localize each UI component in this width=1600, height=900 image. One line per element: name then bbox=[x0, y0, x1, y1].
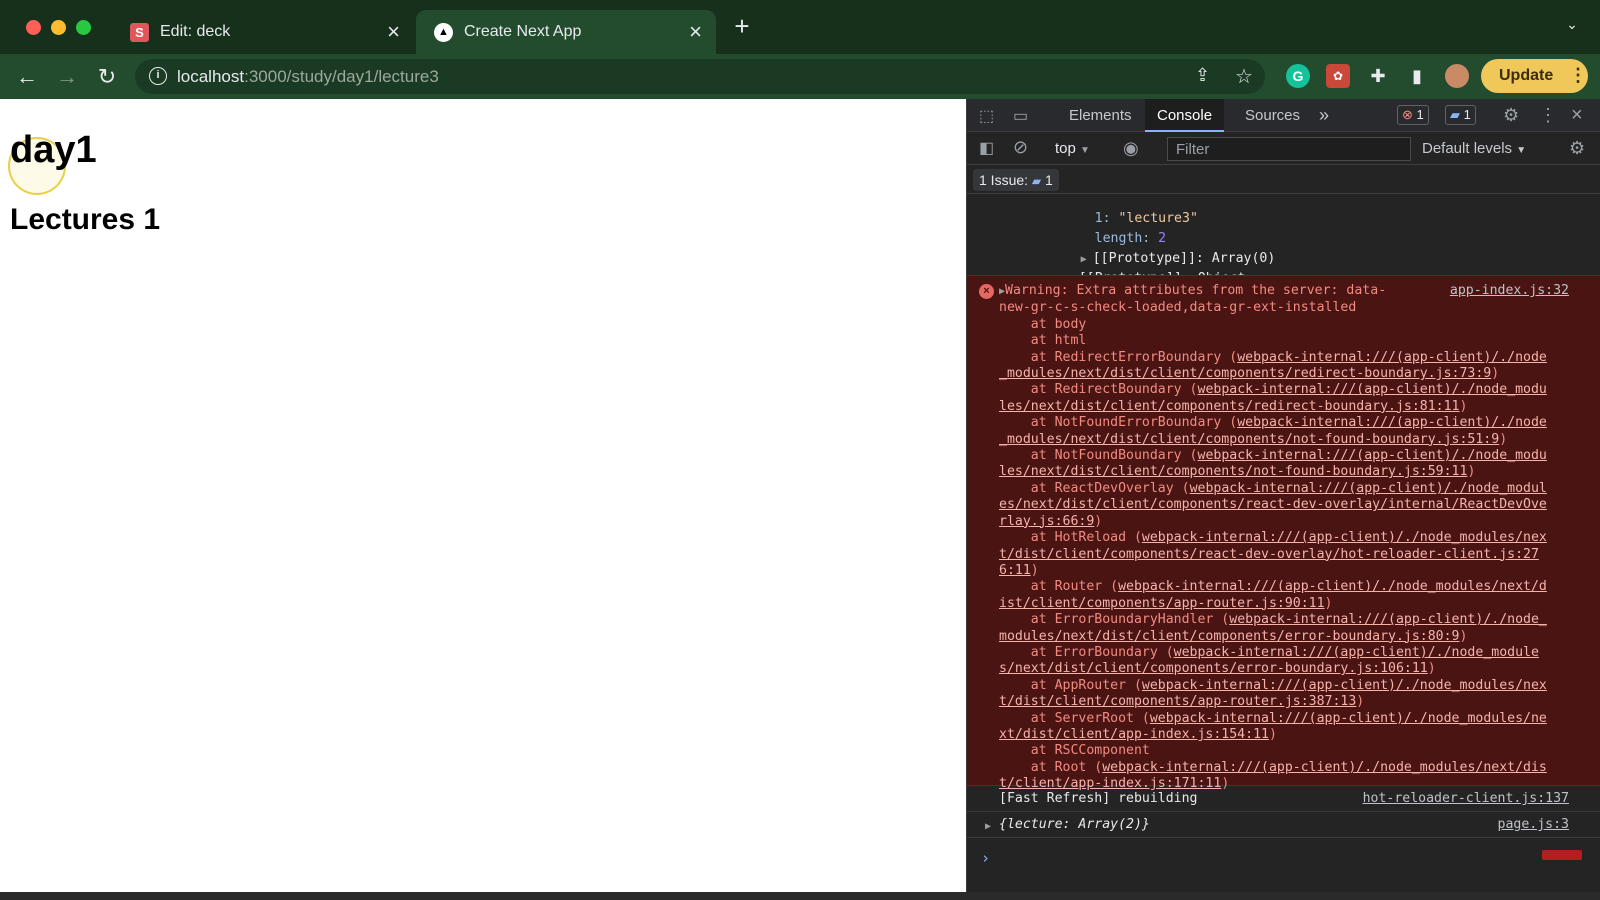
inspect-element-icon[interactable]: ⬚ bbox=[979, 106, 994, 126]
close-devtools-icon[interactable]: × bbox=[1571, 104, 1583, 127]
window-bottom-edge bbox=[0, 892, 1600, 900]
devtools-panel: ⬚ ▭ Elements Console Sources » ⊗ 1 ▰ 1 ⚙… bbox=[966, 99, 1600, 892]
tab-edit-deck[interactable]: S Edit: deck × bbox=[112, 10, 414, 54]
error-icon: × bbox=[979, 284, 994, 299]
url-text: localhost:3000/study/day1/lecture3 bbox=[177, 67, 439, 86]
error-icon: ⊗ bbox=[1402, 107, 1413, 122]
page-viewport: day1 Lectures 1 bbox=[0, 99, 966, 892]
console-log-row[interactable]: ▶ {lecture: Array(2)} page.js:3 bbox=[967, 813, 1600, 838]
stack-frame: at RedirectErrorBoundary (webpack-intern… bbox=[999, 349, 1547, 382]
extension-icon[interactable]: ✿ bbox=[1326, 64, 1350, 88]
sidepanel-icon[interactable]: ▮ bbox=[1405, 64, 1429, 88]
stack-frame: at ServerRoot (webpack-internal:///(app-… bbox=[999, 710, 1547, 742]
tab-favicon-icon: S bbox=[130, 23, 149, 42]
stack-frame: at NotFoundErrorBoundary (webpack-intern… bbox=[999, 415, 1547, 447]
source-link[interactable]: app-index.js:32 bbox=[1450, 283, 1569, 298]
forward-icon[interactable]: → bbox=[52, 62, 82, 92]
reload-icon[interactable]: ↻ bbox=[92, 62, 122, 92]
devtools-tabbar: ⬚ ▭ Elements Console Sources » ⊗ 1 ▰ 1 ⚙… bbox=[967, 99, 1600, 132]
back-icon[interactable]: ← bbox=[12, 62, 42, 92]
source-link[interactable]: page.js:3 bbox=[1498, 817, 1569, 833]
issues-bar: 1 Issue: ▰ 1 bbox=[967, 166, 1600, 194]
stack-frame: at RSCComponent bbox=[999, 743, 1150, 759]
message-icon: ▰ bbox=[1031, 174, 1042, 188]
console-log-row: [Fast Refresh] rebuilding hot-reloader-c… bbox=[967, 787, 1600, 812]
tab-title: Edit: deck bbox=[160, 23, 231, 40]
page-heading: day1 bbox=[10, 129, 97, 171]
stack-frame: at AppRouter (webpack-internal:///(app-c… bbox=[999, 677, 1547, 710]
address-bar[interactable]: i localhost:3000/study/day1/lecture3 ⇪ ☆ bbox=[135, 59, 1265, 94]
puzzle-icon[interactable]: ✚ bbox=[1366, 64, 1390, 88]
tab-search-chevron-icon[interactable]: ⌄ bbox=[1562, 16, 1582, 36]
more-tabs-button[interactable]: » bbox=[1319, 99, 1329, 132]
device-toggle-icon[interactable]: ▭ bbox=[1013, 106, 1028, 126]
update-label: Update bbox=[1499, 67, 1554, 84]
profile-icon[interactable] bbox=[1445, 64, 1469, 88]
message-icon: ▰ bbox=[1450, 107, 1460, 122]
stack-frame: at HotReload (webpack-internal:///(app-c… bbox=[999, 530, 1547, 578]
console-error-message: × ▶Warning: Extra attributes from the se… bbox=[967, 275, 1600, 791]
window-close-button[interactable] bbox=[26, 20, 41, 35]
nextjs-favicon-icon: ▲ bbox=[434, 23, 453, 42]
share-icon[interactable]: ⇪ bbox=[1195, 65, 1210, 86]
console-settings-gear-icon[interactable]: ⚙ bbox=[1569, 138, 1585, 159]
star-icon[interactable]: ☆ bbox=[1235, 64, 1253, 89]
stack-frame: at html bbox=[999, 333, 1087, 349]
source-link[interactable]: hot-reloader-client.js:137 bbox=[1363, 791, 1569, 807]
stack-frame: at body bbox=[999, 316, 1087, 332]
log-levels-select[interactable]: Default levels ▼ bbox=[1422, 140, 1526, 157]
window-minimize-button[interactable] bbox=[51, 20, 66, 35]
stack-frame: at Router (webpack-internal:///(app-clie… bbox=[999, 579, 1547, 611]
window-zoom-button[interactable] bbox=[76, 20, 91, 35]
settings-gear-icon[interactable]: ⚙ bbox=[1503, 105, 1519, 126]
close-icon[interactable]: × bbox=[689, 18, 702, 46]
console-output: 1: "lecture3" length: 2 ▶ [[Prototype]]:… bbox=[967, 195, 1600, 892]
devtools-menu-icon[interactable]: ⋮ bbox=[1539, 105, 1557, 126]
info-icon[interactable]: i bbox=[149, 67, 167, 85]
sidebar-toggle-icon[interactable]: ◧ bbox=[979, 138, 994, 158]
stack-frame: at NotFoundBoundary (webpack-internal://… bbox=[999, 448, 1547, 480]
youtube-badge-icon bbox=[1542, 850, 1582, 860]
tab-strip: S Edit: deck × ▲ Create Next App × + ⌄ bbox=[0, 0, 1600, 54]
new-tab-button[interactable]: + bbox=[730, 13, 754, 39]
tab-create-next-app[interactable]: ▲ Create Next App × bbox=[416, 10, 716, 54]
clear-console-icon[interactable]: ⊘ bbox=[1013, 137, 1028, 158]
error-count-badge[interactable]: ⊗ 1 bbox=[1397, 105, 1429, 125]
page-subheading: Lectures 1 bbox=[10, 203, 161, 236]
dropdown-arrow-icon: ▼ bbox=[1516, 145, 1527, 156]
live-expression-eye-icon[interactable]: ◉ bbox=[1123, 138, 1139, 159]
tab-sources[interactable]: Sources bbox=[1245, 99, 1300, 132]
console-prompt-icon[interactable]: › bbox=[981, 849, 990, 867]
dropdown-arrow-icon: ▼ bbox=[1080, 145, 1090, 156]
stack-frame: at ErrorBoundary (webpack-internal:///(a… bbox=[999, 644, 1539, 677]
grammarly-icon[interactable]: G bbox=[1286, 64, 1310, 88]
browser-toolbar: ← → ↻ i localhost:3000/study/day1/lectur… bbox=[0, 54, 1600, 99]
expand-arrow-icon[interactable]: ▶ bbox=[985, 819, 991, 835]
stack-trace: at body at html at RedirectErrorBoundary… bbox=[999, 317, 1547, 791]
tab-elements[interactable]: Elements bbox=[1069, 99, 1132, 132]
stack-frame: at ErrorBoundaryHandler (webpack-interna… bbox=[999, 612, 1547, 644]
message-count-badge[interactable]: ▰ 1 bbox=[1445, 105, 1476, 125]
console-toolbar: ◧ ⊘ top ▼ ◉ Default levels ▼ ⚙ bbox=[967, 133, 1600, 165]
console-filter-input[interactable] bbox=[1167, 137, 1411, 161]
stack-frame: at RedirectBoundary (webpack-internal://… bbox=[999, 382, 1547, 414]
tab-console[interactable]: Console bbox=[1145, 99, 1225, 132]
update-button[interactable]: Update ⋮ bbox=[1481, 59, 1588, 93]
menu-icon[interactable]: ⋮ bbox=[1569, 65, 1587, 86]
issues-button[interactable]: 1 Issue: ▰ 1 bbox=[973, 169, 1059, 191]
close-icon[interactable]: × bbox=[387, 18, 400, 46]
stack-frame: at ReactDevOverlay (webpack-internal:///… bbox=[999, 480, 1547, 529]
context-select[interactable]: top ▼ bbox=[1055, 140, 1090, 157]
tab-title: Create Next App bbox=[464, 23, 582, 40]
error-text: ▶Warning: Extra attributes from the serv… bbox=[999, 283, 1547, 792]
